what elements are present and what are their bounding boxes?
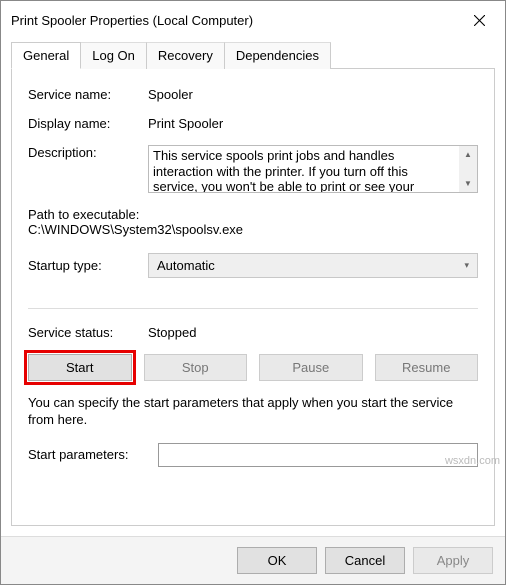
titlebar: Print Spooler Properties (Local Computer… xyxy=(1,1,505,37)
scroll-up-icon[interactable]: ▲ xyxy=(459,146,477,163)
dialog-footer: OK Cancel Apply xyxy=(1,536,505,584)
scroll-down-icon[interactable]: ▼ xyxy=(459,175,477,192)
service-status-label: Service status: xyxy=(28,325,148,340)
content-area: General Log On Recovery Dependencies Ser… xyxy=(1,37,505,536)
tab-dependencies[interactable]: Dependencies xyxy=(225,42,331,69)
window-title: Print Spooler Properties (Local Computer… xyxy=(11,13,253,28)
startup-type-select[interactable]: Automatic ▾ xyxy=(148,253,478,278)
chevron-down-icon: ▾ xyxy=(464,260,469,271)
divider xyxy=(28,308,478,309)
service-name-value: Spooler xyxy=(148,87,478,102)
start-parameters-input[interactable] xyxy=(158,443,478,467)
tab-strip: General Log On Recovery Dependencies xyxy=(11,41,495,68)
tab-recovery[interactable]: Recovery xyxy=(147,42,225,69)
path-value: C:\WINDOWS\System32\spoolsv.exe xyxy=(28,222,478,237)
cancel-button[interactable]: Cancel xyxy=(325,547,405,574)
close-icon xyxy=(474,15,485,26)
watermark: wsxdn.com xyxy=(445,455,500,467)
start-parameters-label: Start parameters: xyxy=(28,447,158,462)
description-box: This service spools print jobs and handl… xyxy=(148,145,478,193)
path-label: Path to executable: xyxy=(28,207,478,222)
general-panel: Service name: Spooler Display name: Prin… xyxy=(11,68,495,526)
close-button[interactable] xyxy=(463,7,495,33)
startup-type-value: Automatic xyxy=(157,258,215,273)
apply-button: Apply xyxy=(413,547,493,574)
stop-button: Stop xyxy=(144,354,248,381)
tab-general[interactable]: General xyxy=(11,42,81,69)
properties-dialog: Print Spooler Properties (Local Computer… xyxy=(0,0,506,585)
description-scrollbar[interactable]: ▲ ▼ xyxy=(459,146,477,192)
description-text: This service spools print jobs and handl… xyxy=(149,146,459,192)
tab-logon[interactable]: Log On xyxy=(81,42,147,69)
pause-button: Pause xyxy=(259,354,363,381)
service-status-value: Stopped xyxy=(148,325,478,340)
start-button[interactable]: Start xyxy=(28,354,132,381)
resume-button: Resume xyxy=(375,354,479,381)
ok-button[interactable]: OK xyxy=(237,547,317,574)
service-name-label: Service name: xyxy=(28,87,148,102)
display-name-label: Display name: xyxy=(28,116,148,131)
description-label: Description: xyxy=(28,145,148,160)
start-parameters-hint: You can specify the start parameters tha… xyxy=(28,395,478,429)
startup-type-label: Startup type: xyxy=(28,258,148,273)
display-name-value: Print Spooler xyxy=(148,116,478,131)
